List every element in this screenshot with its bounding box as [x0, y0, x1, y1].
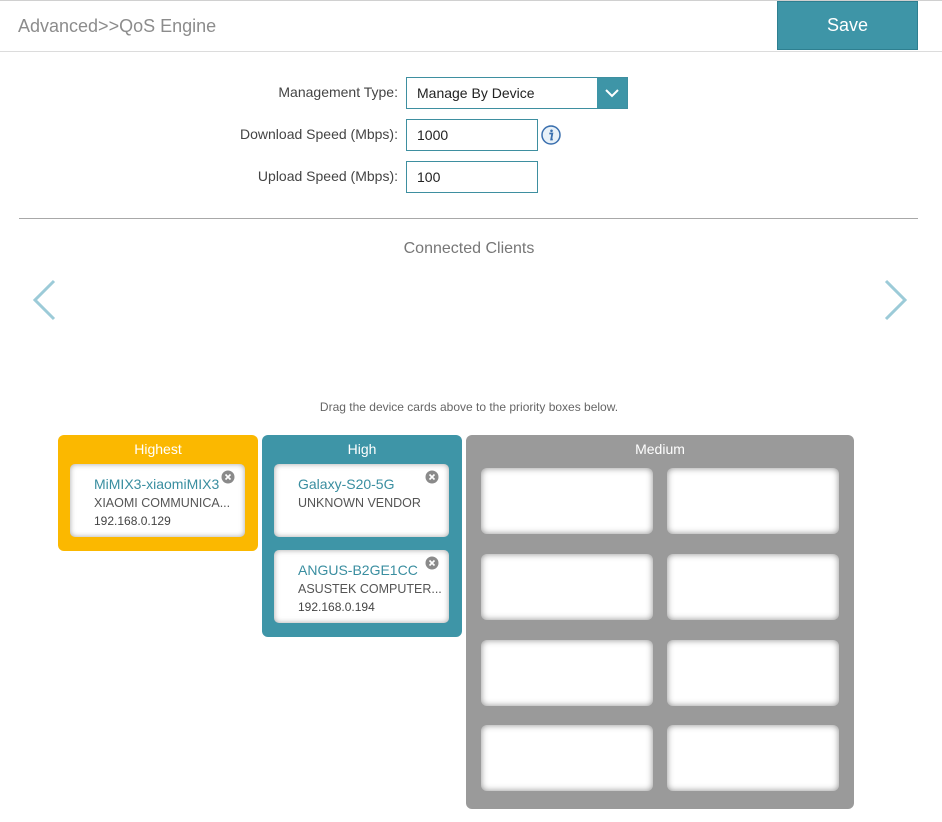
- device-name: MiMIX3-xiaomiMIX3: [94, 476, 220, 492]
- connected-clients-title: Connected Clients: [403, 240, 535, 257]
- priority-label-highest: Highest: [134, 441, 182, 457]
- close-circle-icon[interactable]: [425, 470, 439, 484]
- device-vendor: XIAOMI COMMUNICA...: [94, 496, 231, 510]
- device-card[interactable]: Galaxy-S20-5G UNKNOWN VENDOR: [274, 464, 449, 537]
- empty-slot[interactable]: [481, 468, 653, 534]
- empty-slot[interactable]: [481, 640, 653, 706]
- upload-speed-input[interactable]: [406, 161, 538, 193]
- upload-speed-label: Upload Speed (Mbps):: [257, 168, 398, 184]
- info-icon[interactable]: [541, 125, 561, 145]
- management-type-label: Management Type:: [278, 84, 398, 100]
- chevron-down-icon[interactable]: [597, 78, 627, 108]
- empty-slot[interactable]: [667, 640, 839, 706]
- priority-label-medium: Medium: [635, 441, 685, 457]
- drag-hint: Drag the device cards above to the prior…: [319, 400, 619, 414]
- device-vendor: ASUSTEK COMPUTER...: [298, 582, 442, 596]
- device-card[interactable]: MiMIX3-xiaomiMIX3 XIAOMI COMMUNICA... 19…: [70, 464, 245, 537]
- empty-slot[interactable]: [667, 554, 839, 620]
- management-type-select[interactable]: Manage By Device: [406, 77, 628, 109]
- device-ip: 192.168.0.194: [298, 600, 375, 614]
- download-speed-label: Download Speed (Mbps):: [240, 126, 398, 142]
- empty-slot[interactable]: [667, 468, 839, 534]
- close-circle-icon[interactable]: [221, 470, 235, 484]
- empty-slot[interactable]: [667, 725, 839, 791]
- device-vendor: UNKNOWN VENDOR: [298, 496, 421, 510]
- page-title: Advanced>>QoS Engine: [18, 16, 217, 36]
- chevron-right-icon[interactable]: [880, 278, 910, 322]
- download-speed-input[interactable]: [406, 119, 538, 151]
- priority-box-highest[interactable]: Highest MiMIX3-xiaomiMIX3 XIAOMI COMMUNI…: [58, 435, 258, 551]
- priority-box-high[interactable]: High Galaxy-S20-5G UNKNOWN VENDOR ANGUS-…: [262, 435, 462, 637]
- priority-box-medium[interactable]: Medium: [466, 435, 854, 809]
- save-button[interactable]: Save: [777, 1, 918, 50]
- empty-slot[interactable]: [481, 725, 653, 791]
- chevron-left-icon[interactable]: [30, 278, 60, 322]
- device-ip: 192.168.0.129: [94, 514, 171, 528]
- close-circle-icon[interactable]: [425, 556, 439, 570]
- device-name: Galaxy-S20-5G: [298, 476, 395, 492]
- device-name: ANGUS-B2GE1CC: [298, 562, 418, 578]
- empty-slot[interactable]: [481, 554, 653, 620]
- management-type-value: Manage By Device: [417, 85, 535, 101]
- priority-label-high: High: [347, 441, 377, 457]
- device-card[interactable]: ANGUS-B2GE1CC ASUSTEK COMPUTER... 192.16…: [274, 550, 449, 623]
- section-divider: [19, 218, 918, 219]
